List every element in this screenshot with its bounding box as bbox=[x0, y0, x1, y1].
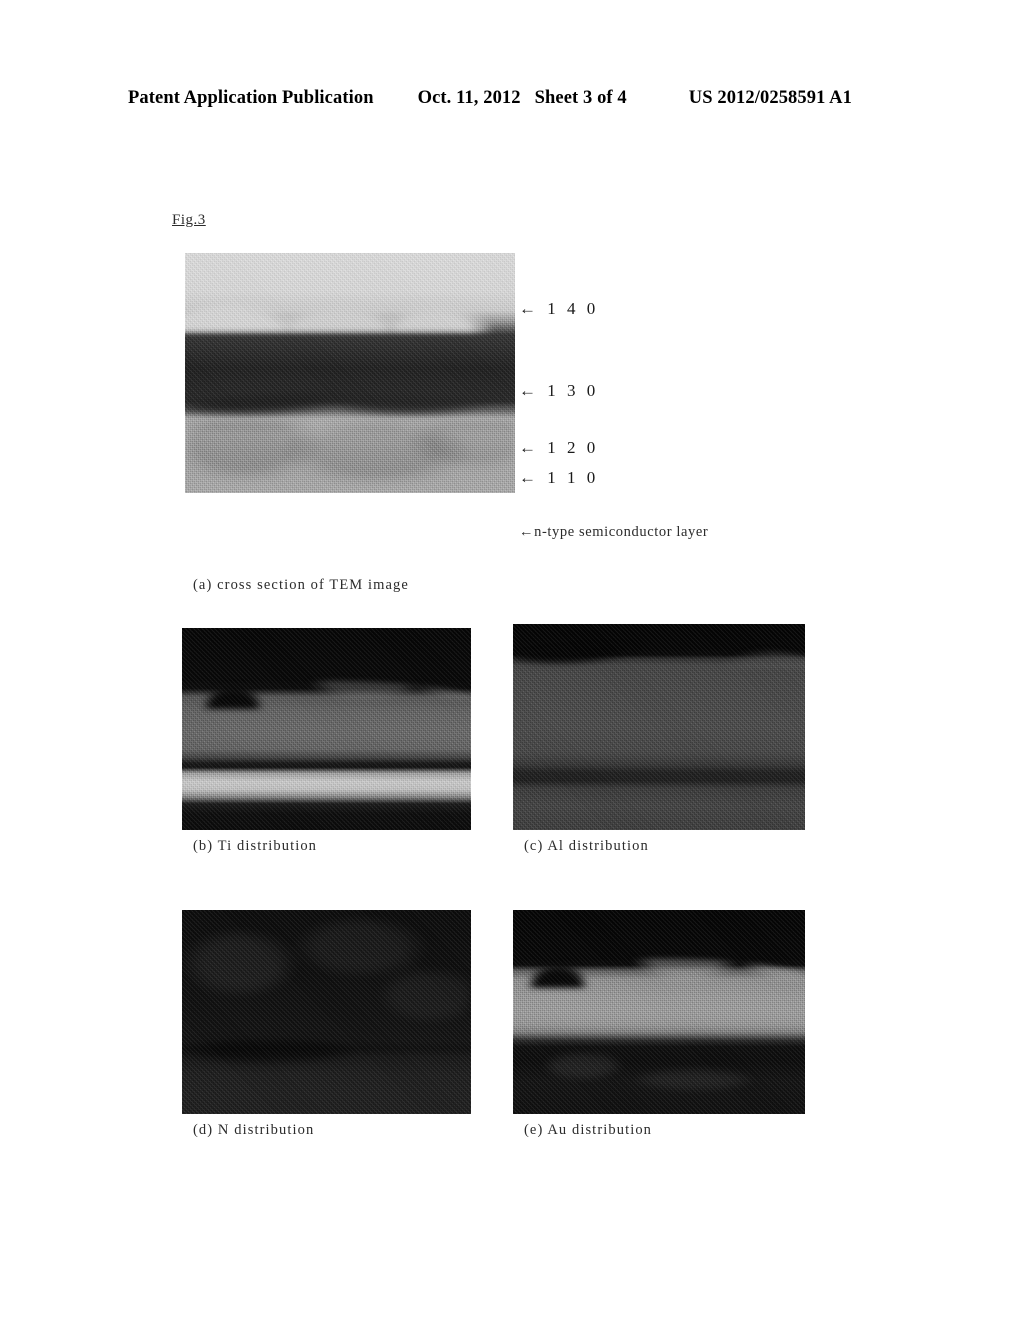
reference-label-140: ← 1 4 0 bbox=[519, 299, 599, 318]
reference-label-n-type-semiconductor-layer: ←n-type semiconductor layer bbox=[519, 524, 709, 540]
au-distribution-image bbox=[513, 910, 805, 1114]
page-header: Patent Application Publication Oct. 11, … bbox=[128, 88, 896, 109]
al-distribution-image bbox=[513, 624, 805, 830]
header-publication-label: Patent Application Publication bbox=[128, 88, 374, 108]
header-date-label: Oct. 11, 2012 bbox=[417, 88, 521, 108]
ti-map-gradient bbox=[182, 628, 471, 830]
caption-panel-d: (d) N distribution bbox=[193, 1122, 315, 1138]
caption-panel-b: (b) Ti distribution bbox=[193, 838, 318, 854]
n-distribution-image bbox=[182, 910, 471, 1114]
reference-label-110: ← 1 1 0 bbox=[519, 468, 599, 487]
header-sheet-label: Sheet 3 of 4 bbox=[534, 88, 627, 108]
reference-label-130: ← 1 3 0 bbox=[519, 381, 599, 400]
caption-panel-e: (e) Au distribution bbox=[524, 1122, 653, 1138]
figure-label: Fig.3 bbox=[172, 212, 206, 228]
n-map-mottle bbox=[182, 910, 471, 1114]
tem-cross-section-image bbox=[185, 253, 515, 493]
au-lower-mottle bbox=[513, 1044, 805, 1114]
ti-distribution-image bbox=[182, 628, 471, 830]
tem-lower-layer-mottle bbox=[185, 421, 515, 493]
reference-label-120: ← 1 2 0 bbox=[519, 438, 599, 457]
caption-panel-a: (a) cross section of TEM image bbox=[193, 577, 409, 593]
header-document-number: US 2012/0258591 A1 bbox=[688, 88, 852, 108]
caption-panel-c: (c) Al distribution bbox=[524, 838, 649, 854]
